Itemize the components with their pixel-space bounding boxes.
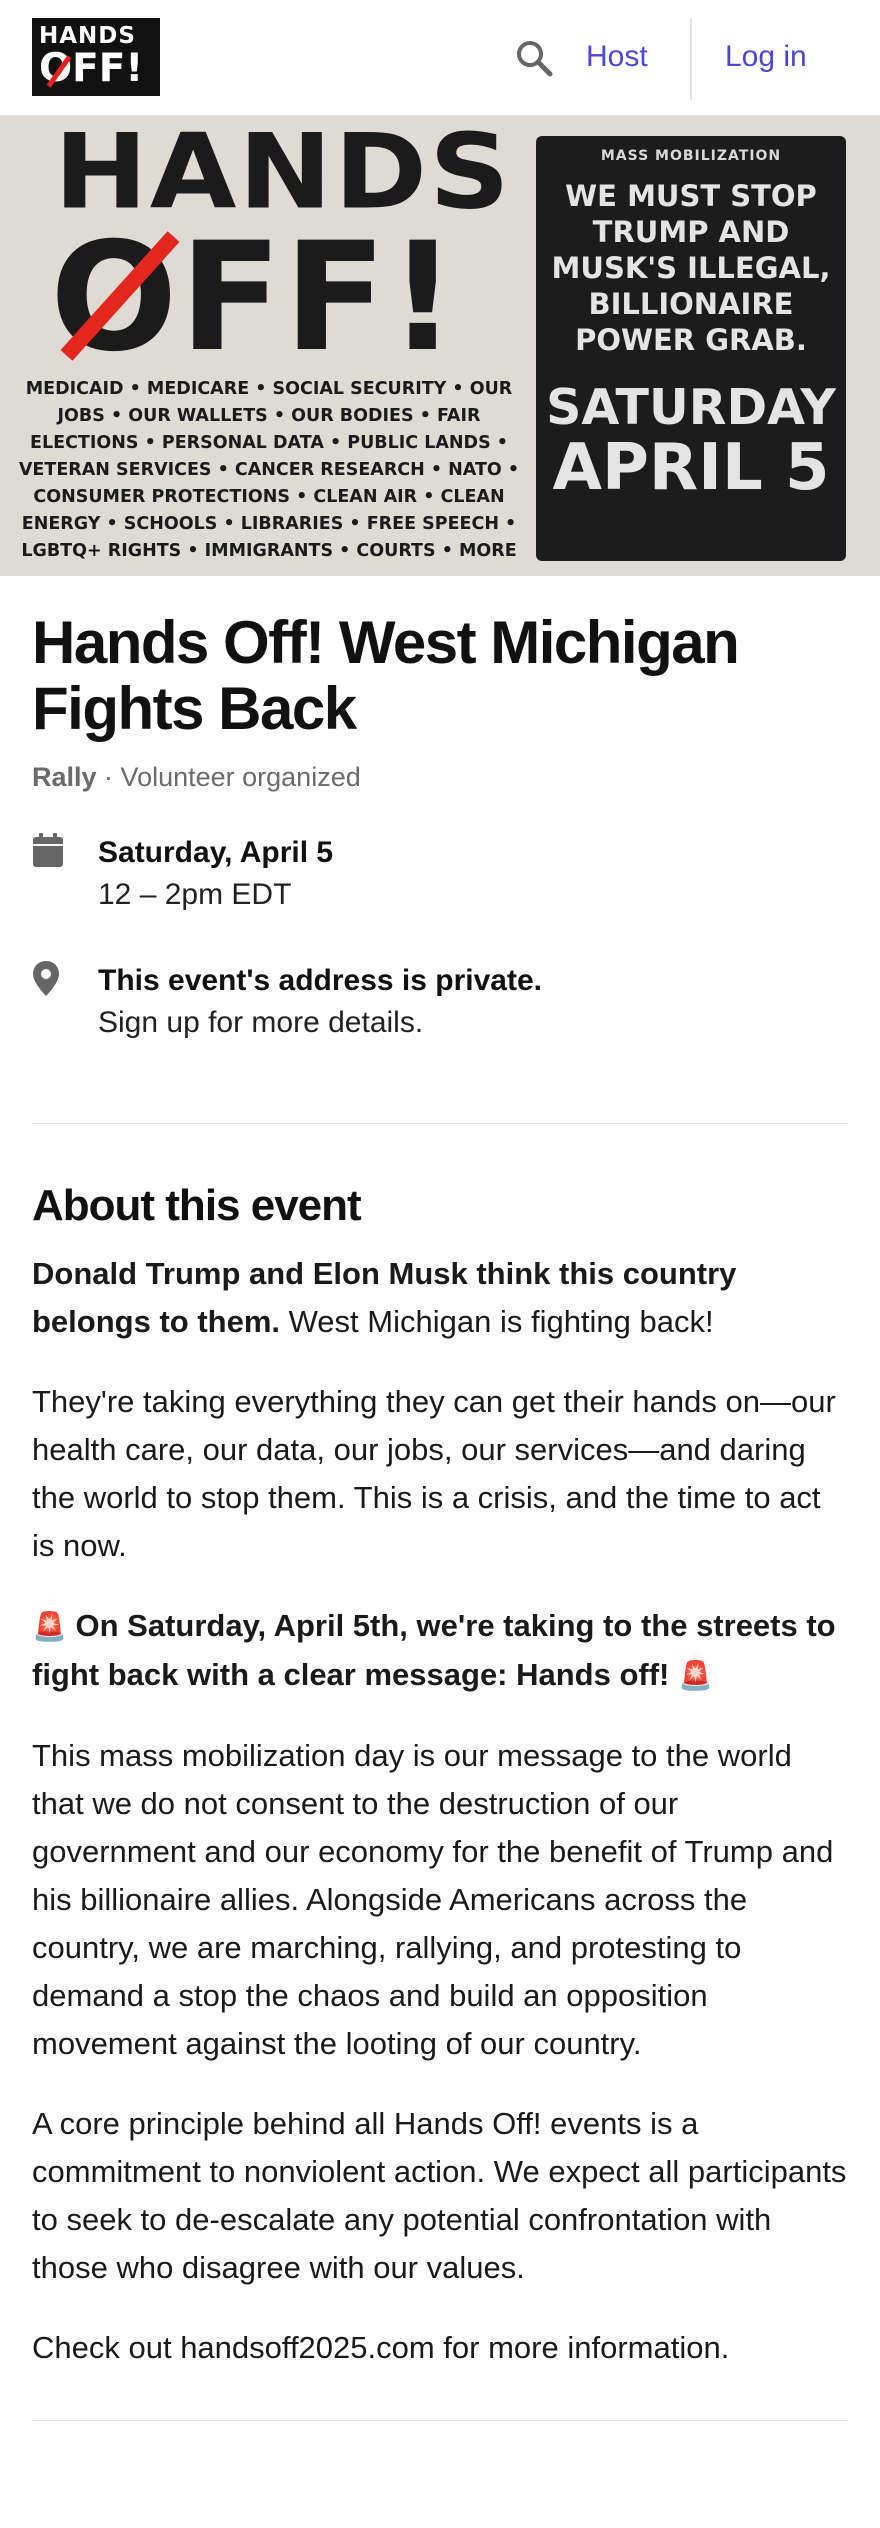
event-content: Hands Off! West Michigan Fights Back Ral… xyxy=(0,610,880,2421)
banner-right-panel: MASS MOBILIZATION WE MUST STOP TRUMP AND… xyxy=(536,136,846,561)
about-heading: About this event xyxy=(32,1181,362,1230)
banner-issues-list: MEDICAID • MEDICARE • SOCIAL SECURITY • … xyxy=(18,379,520,561)
event-time: 12 – 2pm EDT xyxy=(98,878,292,911)
calendar-icon xyxy=(32,833,64,874)
banner-kicker: MASS MOBILIZATION xyxy=(600,148,782,164)
about-paragraph-5: A core principle behind all Hands Off! e… xyxy=(32,2106,847,2285)
hands-off-logo[interactable]: HANDS OFF! xyxy=(32,18,160,96)
login-link[interactable]: Log in xyxy=(725,40,807,74)
site-header: HANDS OFF! Host Log in xyxy=(0,0,880,116)
event-title: Hands Off! West Michigan Fights Back xyxy=(32,609,740,742)
header-divider xyxy=(690,18,692,100)
meta-separator: · xyxy=(96,762,121,792)
banner-hands-text: HANDS xyxy=(54,116,512,233)
banner-date-day: SATURDAY xyxy=(546,379,836,436)
logo-line-2: OFF! xyxy=(39,49,153,89)
search-button[interactable] xyxy=(514,38,554,78)
banner-message: WE MUST STOP TRUMP AND MUSK'S ILLEGAL, B… xyxy=(551,179,831,357)
about-paragraph-4: This mass mobilization day is our messag… xyxy=(32,1738,834,2061)
about-paragraph-6: Check out handsoff2025.com for more info… xyxy=(32,2330,730,2365)
banner-date-month: APRIL 5 xyxy=(552,431,830,505)
search-icon xyxy=(517,41,553,77)
location-signup-note: Sign up for more details. xyxy=(98,1006,424,1039)
about-paragraph-3: 🚨 On Saturday, April 5th, we're taking t… xyxy=(32,1602,848,1700)
logo-line-2-text: OFF! xyxy=(39,46,144,91)
event-date: Saturday, April 5 xyxy=(98,836,334,869)
about-p3-bold: On Saturday, April 5th, we're taking to … xyxy=(32,1608,836,1692)
event-organizer: Volunteer organized xyxy=(120,762,361,792)
event-type: Rally xyxy=(32,762,97,792)
event-meta: Rally · Volunteer organized xyxy=(32,762,848,793)
section-divider xyxy=(32,1123,848,1124)
about-paragraph-2: They're taking everything they can get t… xyxy=(32,1384,836,1563)
about-p1-rest: West Michigan is fighting back! xyxy=(280,1304,714,1339)
bottom-divider xyxy=(32,2420,848,2421)
event-banner-image: HANDS OFF! MEDICAID • MEDICARE • SOCIAL … xyxy=(0,116,880,576)
banner-off-block: OFF! xyxy=(14,223,524,373)
host-link[interactable]: Host xyxy=(586,40,648,74)
about-paragraph-1: Donald Trump and Elon Musk think this co… xyxy=(32,1250,848,1346)
event-date-row: Saturday, April 5 12 – 2pm EDT xyxy=(32,833,848,917)
location-pin-icon xyxy=(32,961,60,1002)
location-title: This event's address is private. xyxy=(98,964,542,997)
siren-emoji-icon: 🚨 xyxy=(32,1611,67,1642)
banner-left-panel: HANDS OFF! MEDICAID • MEDICARE • SOCIAL … xyxy=(14,116,524,572)
siren-emoji-icon-end: 🚨 xyxy=(678,1660,713,1691)
event-location-row: This event's address is private. Sign up… xyxy=(32,961,848,1045)
